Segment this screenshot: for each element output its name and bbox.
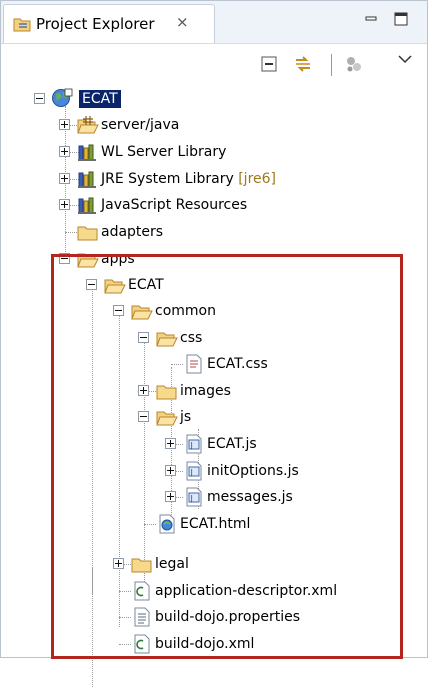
view-title: Project Explorer [36,15,155,33]
expand-toggle[interactable] [138,385,149,396]
library-icon [77,142,99,162]
tree-item-wl-server-library[interactable]: WL Server Library [1,140,421,164]
tree-label: build-dojo.properties [155,609,301,625]
tree-item-initoptions-js[interactable]: initOptions.js [1,459,421,483]
tree-item-javascript-resources[interactable]: JavaScript Resources [1,193,421,217]
expand-toggle[interactable] [59,199,70,210]
collapse-toggle[interactable] [138,411,149,422]
collapse-toggle[interactable] [138,332,149,343]
xml-file-icon [131,581,153,601]
folder-open-icon [131,301,153,321]
expand-toggle[interactable] [59,119,70,130]
tree-item-build-dojo-properties[interactable]: build-dojo.properties [1,605,421,629]
link-with-editor-icon[interactable] [293,54,313,74]
expand-toggle[interactable] [165,465,176,476]
expand-toggle[interactable] [59,173,70,184]
xml-file-icon [131,634,153,654]
project-explorer-icon [13,18,31,32]
jre-decoration: [jre6] [238,171,277,187]
minimize-icon[interactable] [363,11,379,27]
maximize-icon[interactable] [393,11,409,27]
folder-icon [77,222,99,242]
tree-label: messages.js [207,489,293,505]
folder-open-icon [156,328,178,348]
tree-item-css[interactable]: css [1,326,421,350]
tree-label-text: JRE System Library [101,171,234,187]
tree-item-common[interactable]: common [1,299,421,323]
project-tree: ECAT server/java WL Server Library JRE S… [1,87,427,687]
expand-toggle[interactable] [113,558,124,569]
library-icon [77,195,99,215]
view-toolbar [1,44,427,84]
tree-label: js [180,409,192,425]
view-menu-icon[interactable] [395,50,415,70]
folder-open-icon [104,275,126,295]
tree-label: ECAT.css [207,356,268,372]
tree-label: build-dojo.xml [155,636,255,652]
js-file-icon [183,434,205,454]
tree-root-ecat[interactable]: ECAT [1,87,301,111]
tree-item-ecat-js[interactable]: ECAT.js [1,432,421,456]
tree-item-adapters[interactable]: adapters [1,220,421,244]
css-file-icon [183,354,205,374]
source-folder-icon [77,115,99,135]
tree-item-apps[interactable]: apps [1,247,421,271]
tab-project-explorer[interactable]: Project Explorer ⨯ [3,4,215,43]
toolbar-separator [331,54,332,76]
tree-label: server/java [101,117,180,133]
tree-item-js[interactable]: js [1,405,421,429]
js-file-icon [183,487,205,507]
folder-open-icon [156,407,178,427]
view-tab-bar: Project Explorer ⨯ [1,1,427,44]
html-file-icon [156,514,178,534]
tree-item-ecat-html[interactable]: ECAT.html [1,512,421,536]
tree-label: initOptions.js [207,463,299,479]
filters-icon[interactable] [344,54,364,74]
collapse-toggle[interactable] [34,93,45,104]
tree-item-build-dojo-xml[interactable]: build-dojo.xml [1,632,421,656]
tree-label: adapters [101,224,164,240]
tree-item-ecat-css[interactable]: ECAT.css [1,352,421,376]
collapse-toggle[interactable] [113,305,124,316]
expand-toggle[interactable] [165,438,176,449]
collapse-toggle[interactable] [86,279,97,290]
tree-label: common [155,303,216,319]
tree-item-legal[interactable]: legal [1,552,421,576]
tree-label: ECAT.html [180,516,251,532]
tree-label: legal [155,556,189,572]
collapse-all-icon[interactable] [259,54,279,74]
tree-label: ECAT [79,90,121,108]
properties-file-icon [131,607,153,627]
tree-label: WL Server Library [101,144,227,160]
tree-item-application-descriptor[interactable]: application-descriptor.xml [1,579,421,603]
tree-label: ECAT [128,277,164,293]
tree-item-messages-js[interactable]: messages.js [1,485,421,509]
close-x-icon[interactable]: ⨯ [176,13,189,31]
tree-item-images[interactable]: images [1,379,421,403]
library-icon [77,169,99,189]
tree-label: JavaScript Resources [101,197,248,213]
project-explorer-view: Project Explorer ⨯ ECAT server/java WL S… [0,0,428,687]
tree-label: images [180,383,231,399]
collapse-toggle[interactable] [59,253,70,264]
tree-label: css [180,330,203,346]
tree-label: application-descriptor.xml [155,583,338,599]
folder-open-icon [77,249,99,269]
expand-toggle[interactable] [165,491,176,502]
tree-item-server-java[interactable]: server/java [1,113,421,137]
tree-item-jre-system-library[interactable]: JRE System Library [jre6] [1,167,421,191]
folder-icon [131,554,153,574]
expand-toggle[interactable] [59,146,70,157]
js-file-icon [183,461,205,481]
tree-item-apps-ecat[interactable]: ECAT [1,273,421,297]
project-globe-icon [51,88,73,108]
tree-label: JRE System Library [jre6] [101,170,276,188]
tree-label: ECAT.js [207,436,257,452]
folder-icon [156,381,178,401]
tree-label: apps [101,251,135,267]
